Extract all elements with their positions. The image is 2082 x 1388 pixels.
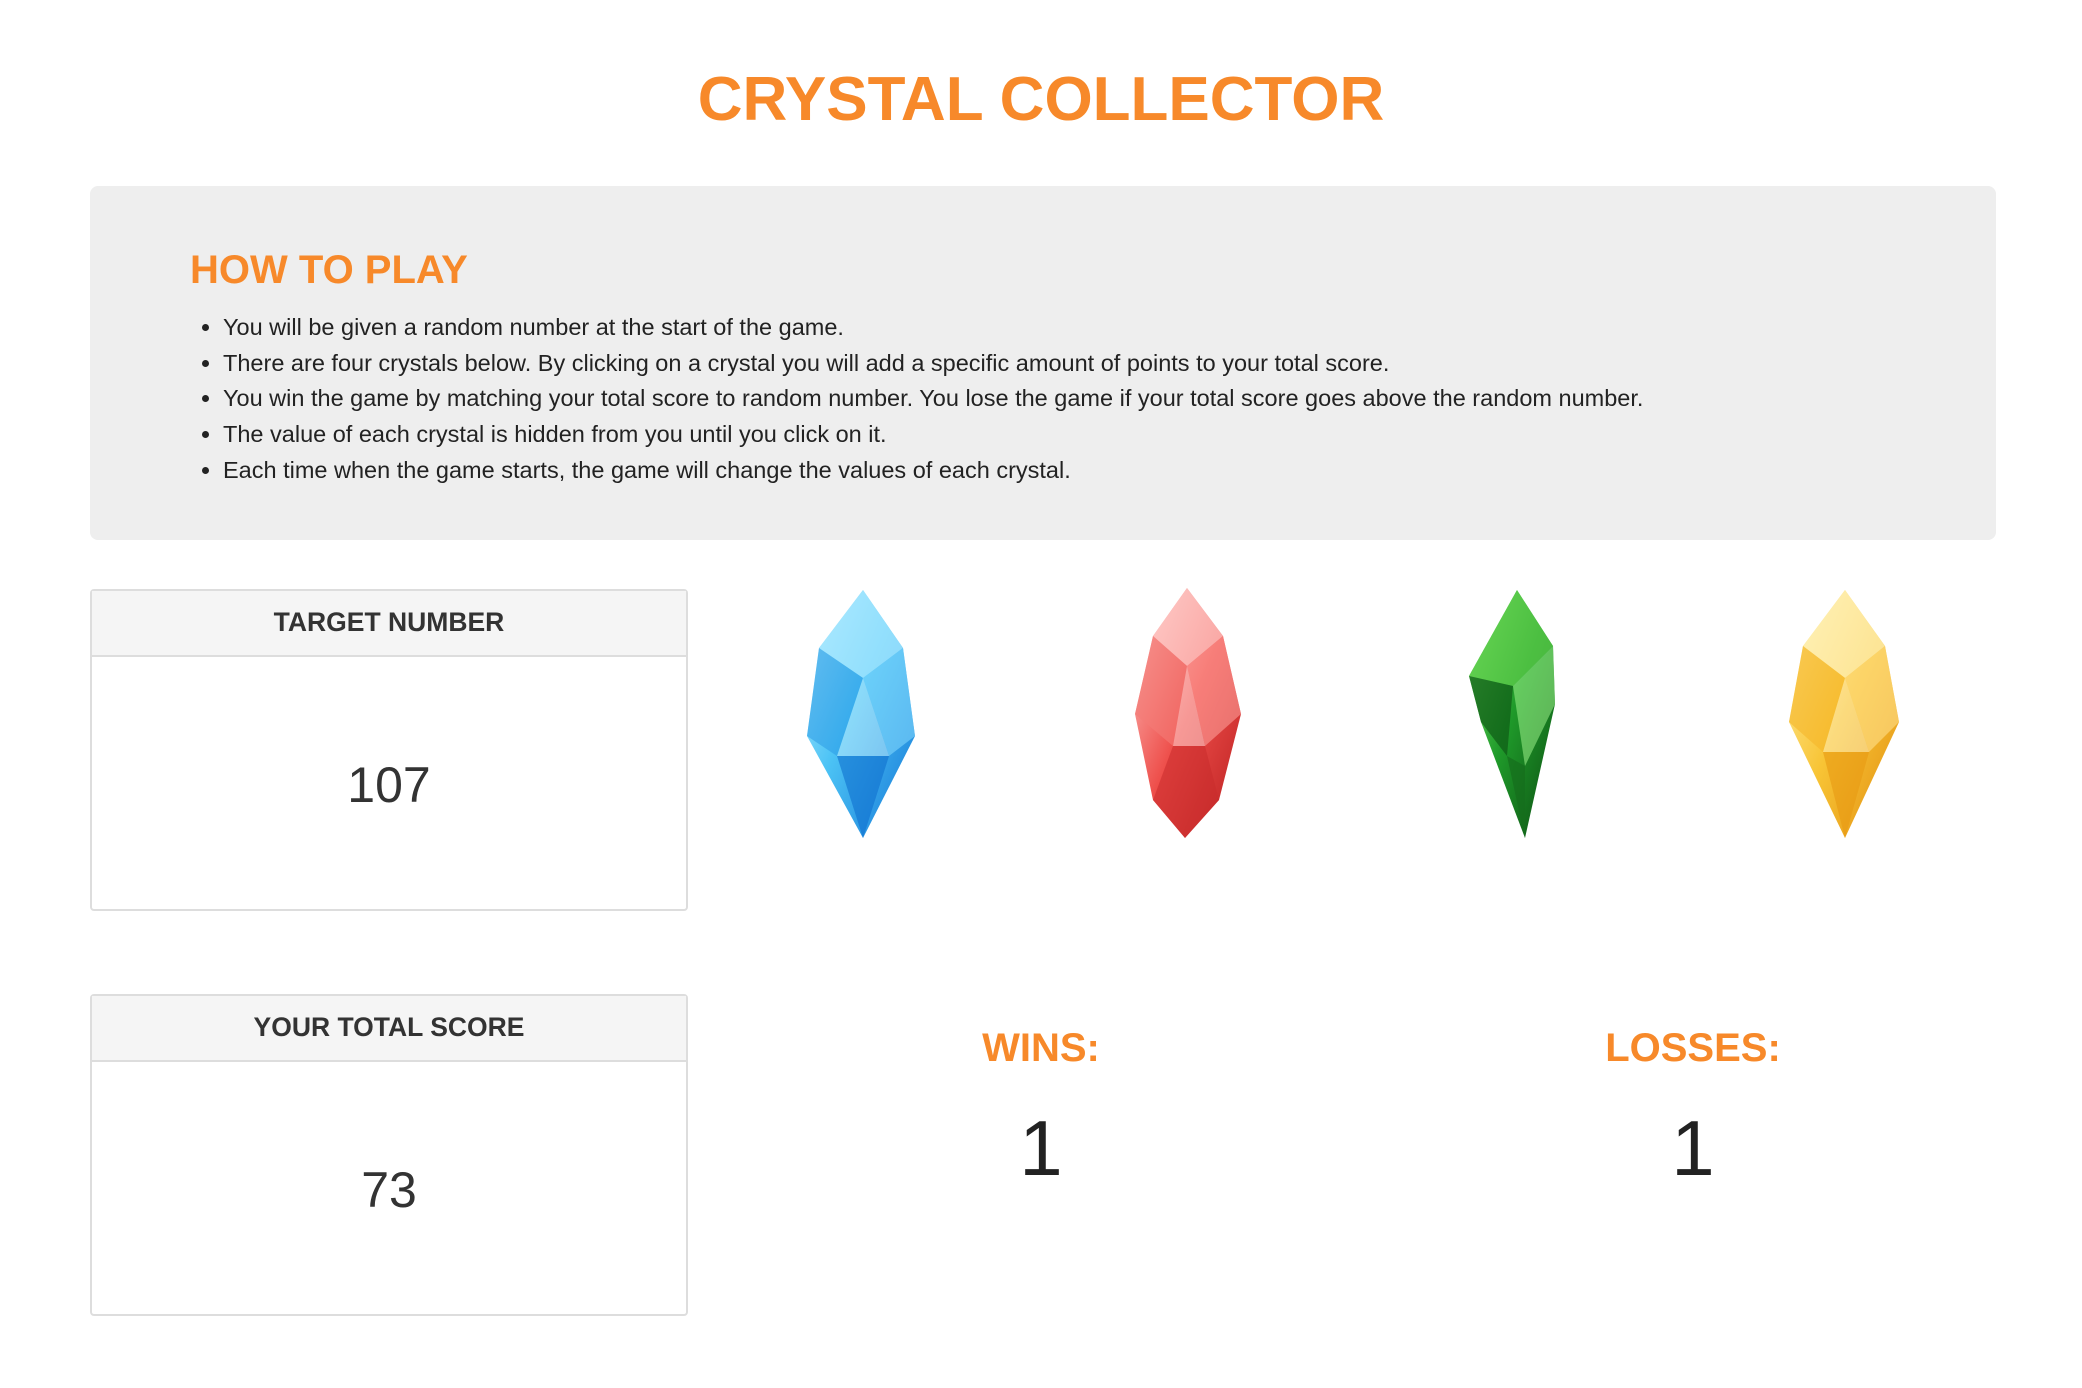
losses-value: 1: [1671, 1104, 1715, 1192]
rule-item: You win the game by matching your total …: [223, 381, 1643, 417]
green-crystal-icon: [1469, 590, 1555, 838]
wins-counter: WINS: 1: [891, 1020, 1191, 1196]
rule-item: There are four crystals below. By clicki…: [223, 346, 1643, 382]
rule-item: Each time when the game starts, the game…: [223, 453, 1643, 489]
total-score-value: 73: [361, 1162, 417, 1218]
rules-list: You will be given a random number at the…: [190, 310, 1643, 489]
rule-item: The value of each crystal is hidden from…: [223, 417, 1643, 453]
yellow-crystal-button[interactable]: [1775, 586, 1915, 842]
losses-counter: LOSSES: 1: [1543, 1020, 1843, 1196]
wins-label: WINS:: [982, 1026, 1100, 1070]
blue-crystal-icon: [807, 590, 915, 838]
blue-crystal-button[interactable]: [793, 586, 933, 842]
losses-label: LOSSES:: [1605, 1026, 1781, 1070]
red-crystal-button[interactable]: [1123, 586, 1263, 842]
wins-value: 1: [1019, 1104, 1063, 1192]
target-number-panel: TARGET NUMBER 107: [90, 589, 688, 911]
total-score-panel: YOUR TOTAL SCORE 73: [90, 994, 688, 1316]
page-title: CRYSTAL COLLECTOR: [697, 65, 1385, 134]
green-crystal-button[interactable]: [1443, 586, 1583, 842]
how-to-play-heading: HOW TO PLAY: [190, 248, 468, 292]
rule-item: You will be given a random number at the…: [223, 310, 1643, 346]
target-number-value: 107: [347, 757, 431, 813]
total-score-label: YOUR TOTAL SCORE: [92, 996, 686, 1062]
red-crystal-icon: [1135, 588, 1241, 838]
yellow-crystal-icon: [1789, 590, 1899, 838]
how-to-play-panel: HOW TO PLAY You will be given a random n…: [90, 186, 1996, 540]
target-number-label: TARGET NUMBER: [92, 591, 686, 657]
